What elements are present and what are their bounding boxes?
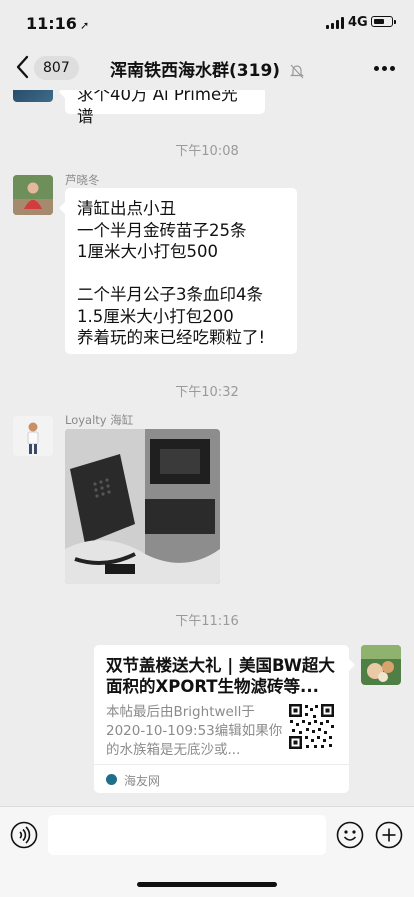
status-time: 11:16 ➚ bbox=[26, 14, 90, 33]
qr-code-image bbox=[288, 703, 335, 750]
sender-name: 芦晓冬 bbox=[65, 173, 100, 187]
message-bubble[interactable]: 求个40万 Ai Prime光谱 bbox=[59, 90, 265, 126]
avatar[interactable] bbox=[13, 90, 53, 102]
sender-name: Loyalty 海缸 bbox=[65, 413, 134, 427]
message-input[interactable] bbox=[48, 815, 326, 855]
message-list[interactable]: 求个40万 Ai Prime光谱 下午10:08 芦晓冬 清缸出点小丑 一个半月… bbox=[0, 90, 414, 806]
link-card-description: 本帖最后由Brightwell于2020-10-109:53编辑如果你的水族箱是… bbox=[106, 704, 283, 758]
link-card[interactable]: 双节盖楼送大礼 | 美国BW超大面积的XPORT生物滤砖等... 本帖最后由Br… bbox=[94, 645, 355, 794]
link-card-source: 海友网 bbox=[124, 774, 161, 788]
equipment-photo bbox=[65, 429, 220, 584]
avatar[interactable] bbox=[13, 175, 53, 215]
group-title: 浑南铁西海水群(319) bbox=[0, 56, 414, 81]
timestamp: 下午10:32 bbox=[175, 385, 239, 400]
signal-icon bbox=[326, 17, 344, 29]
plus-icon[interactable] bbox=[375, 821, 403, 849]
avatar[interactable] bbox=[13, 416, 53, 456]
mute-bell-icon bbox=[290, 64, 304, 79]
emoji-icon[interactable] bbox=[336, 821, 364, 849]
source-logo-icon bbox=[106, 774, 117, 785]
location-arrow-icon: ➚ bbox=[79, 19, 90, 32]
person-avatar-image bbox=[13, 416, 53, 456]
self-avatar-image bbox=[361, 645, 401, 685]
status-bar: 11:16 ➚ 4G bbox=[0, 0, 414, 46]
message-bubble[interactable]: 清缸出点小丑 一个半月金砖苗子25条 1厘米大小打包500 二个半月公子3条血印… bbox=[59, 188, 297, 354]
image-message[interactable] bbox=[65, 429, 220, 584]
home-indicator[interactable] bbox=[137, 882, 277, 887]
voice-input-icon[interactable] bbox=[10, 821, 38, 849]
more-options-icon[interactable] bbox=[374, 66, 396, 72]
timestamp: 下午11:16 bbox=[175, 614, 239, 629]
message-text: 求个40万 Ai Prime光谱 bbox=[77, 90, 238, 126]
link-card-title: 双节盖楼送大礼 | 美国BW超大面积的XPORT生物滤砖等... bbox=[106, 656, 335, 696]
group-name: 浑南铁西海水群(319) bbox=[110, 61, 281, 81]
person-avatar-image bbox=[13, 175, 53, 215]
network-type: 4G bbox=[348, 15, 368, 30]
battery-icon bbox=[371, 16, 396, 27]
input-bar bbox=[0, 806, 414, 897]
message-text: 清缸出点小丑 一个半月金砖苗子25条 1厘米大小打包500 二个半月公子3条血印… bbox=[77, 199, 266, 347]
link-card-footer: 海友网 bbox=[94, 764, 349, 794]
avatar[interactable] bbox=[361, 645, 401, 685]
timestamp: 下午10:08 bbox=[175, 144, 239, 159]
chat-header: 807 浑南铁西海水群(319) bbox=[0, 46, 414, 90]
